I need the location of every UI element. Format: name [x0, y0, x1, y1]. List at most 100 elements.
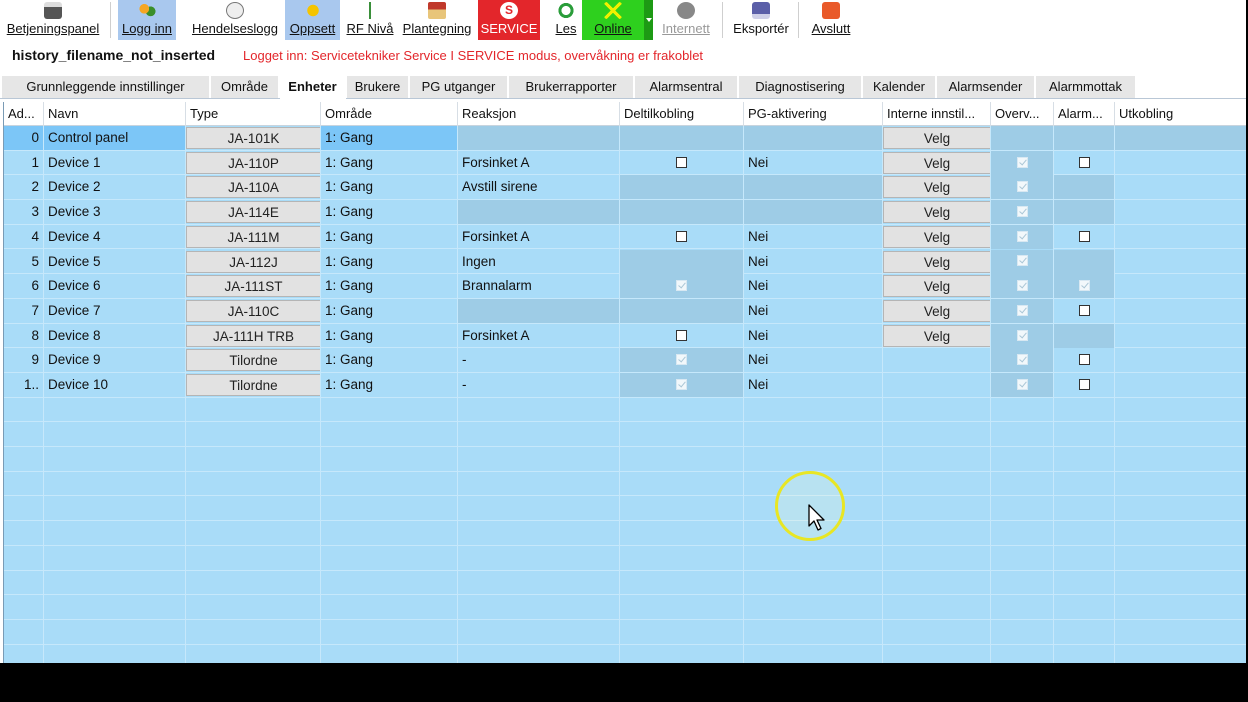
device-type-button[interactable]: JA-110A: [186, 176, 321, 199]
table-row[interactable]: 3 Device 3 JA-114E 1: Gang Velg: [4, 200, 1246, 225]
tab-users[interactable]: Brukere: [347, 76, 409, 98]
internal-settings-button[interactable]: Velg: [883, 151, 991, 174]
device-reaction[interactable]: -: [458, 373, 620, 397]
device-type-button[interactable]: JA-112J: [186, 250, 321, 273]
internal-settings-button[interactable]: Velg: [883, 127, 991, 149]
device-area[interactable]: 1: Gang: [321, 224, 458, 249]
device-area[interactable]: 1: Gang: [321, 323, 458, 348]
toolbar-service-button[interactable]: S SERVICE: [478, 0, 540, 40]
table-row[interactable]: 0 Control panel JA-101K 1: Gang Velg: [4, 126, 1246, 151]
table-row[interactable]: 5 Device 5 JA-112J 1: Gang Ingen Nei Velg: [4, 249, 1246, 275]
device-pg-activation[interactable]: Nei: [744, 373, 883, 397]
col-type-header[interactable]: Type: [186, 102, 321, 126]
toolbar-rf-level-button[interactable]: RF Nivå: [344, 0, 396, 40]
col-name-header[interactable]: Navn: [44, 102, 186, 126]
disconnect-cell[interactable]: [1115, 151, 1246, 175]
alarm-checkbox[interactable]: [1078, 378, 1090, 390]
device-reaction[interactable]: Ingen: [458, 249, 620, 274]
disconnect-cell[interactable]: [1115, 299, 1246, 323]
device-name[interactable]: Device 6: [44, 274, 186, 299]
tab-area[interactable]: Område: [211, 76, 279, 98]
device-type-button[interactable]: JA-111H TRB: [186, 324, 321, 347]
toolbar-event-log-button[interactable]: Hendelseslogg: [190, 0, 280, 40]
col-internal-settings-header[interactable]: Interne innstil...: [883, 102, 991, 126]
tab-pg-outputs[interactable]: PG utganger: [410, 76, 508, 98]
disconnect-cell[interactable]: [1115, 274, 1246, 298]
disconnect-cell[interactable]: [1115, 126, 1246, 150]
device-area[interactable]: 1: Gang: [321, 126, 458, 150]
alarm-checkbox[interactable]: [1078, 304, 1090, 316]
disconnect-cell[interactable]: [1115, 373, 1246, 397]
device-reaction[interactable]: -: [458, 348, 620, 373]
table-row[interactable]: 7 Device 7 JA-110C 1: Gang Nei Velg: [4, 298, 1246, 324]
disconnect-cell[interactable]: [1115, 225, 1246, 249]
col-partial-header[interactable]: Deltilkobling: [620, 102, 744, 126]
tab-alarm-receiver[interactable]: Alarmmottak: [1036, 76, 1136, 98]
device-area[interactable]: 1: Gang: [321, 274, 458, 299]
toolbar-export-button[interactable]: Eksportér: [730, 0, 792, 40]
device-reaction[interactable]: Brannalarm: [458, 274, 620, 299]
disconnect-cell[interactable]: [1115, 175, 1246, 199]
device-pg-activation[interactable]: Nei: [744, 224, 883, 249]
disconnect-cell[interactable]: [1115, 348, 1246, 372]
tab-devices[interactable]: Enheter: [280, 76, 346, 99]
col-pg-activation-header[interactable]: PG-aktivering: [744, 102, 883, 126]
device-pg-activation[interactable]: Nei: [744, 298, 883, 323]
col-area-header[interactable]: Område: [321, 102, 458, 126]
toolbar-setup-button[interactable]: Oppsett: [285, 0, 340, 40]
device-type-button[interactable]: JA-111M: [186, 225, 321, 248]
device-name[interactable]: Device 9: [44, 348, 186, 373]
table-row[interactable]: 9 Device 9 Tilordne 1: Gang - Nei: [4, 348, 1246, 373]
toolbar-internet-button[interactable]: Internett: [656, 0, 716, 40]
col-reaction-header[interactable]: Reaksjon: [458, 102, 620, 126]
internal-settings-button[interactable]: Velg: [883, 275, 991, 298]
col-disconnect-header[interactable]: Utkobling: [1115, 102, 1246, 126]
toolbar-login-button[interactable]: Logg inn: [118, 0, 176, 40]
col-address-header[interactable]: Ad...: [4, 102, 44, 126]
device-name[interactable]: Device 8: [44, 323, 186, 348]
device-reaction[interactable]: Avstill sirene: [458, 175, 620, 200]
device-name[interactable]: Control panel: [44, 126, 186, 150]
col-supervision-header[interactable]: Overv...: [991, 102, 1054, 126]
device-area[interactable]: 1: Gang: [321, 175, 458, 200]
device-area[interactable]: 1: Gang: [321, 249, 458, 274]
device-type-button[interactable]: JA-111ST: [186, 275, 321, 298]
device-area[interactable]: 1: Gang: [321, 200, 458, 225]
device-name[interactable]: Device 3: [44, 200, 186, 225]
toolbar-read-button[interactable]: Les: [552, 0, 580, 40]
online-dropdown-arrow[interactable]: [644, 0, 653, 40]
tab-alarm-central[interactable]: Alarmsentral: [635, 76, 738, 98]
device-pg-activation[interactable]: Nei: [744, 249, 883, 274]
device-name[interactable]: Device 1: [44, 150, 186, 175]
device-name[interactable]: Device 4: [44, 224, 186, 249]
device-reaction[interactable]: Forsinket A: [458, 224, 620, 249]
alarm-checkbox[interactable]: [1078, 156, 1090, 168]
tab-basic-settings[interactable]: Grunnleggende innstillinger: [2, 76, 210, 98]
table-row[interactable]: 2 Device 2 JA-110A 1: Gang Avstill sirene Vel…: [4, 175, 1246, 201]
internal-settings-button[interactable]: Velg: [883, 225, 991, 248]
alarm-checkbox[interactable]: [1078, 230, 1090, 242]
device-area[interactable]: 1: Gang: [321, 348, 458, 373]
tab-user-reports[interactable]: Brukerrapporter: [509, 76, 634, 98]
device-type-button[interactable]: JA-114E: [186, 201, 321, 224]
device-reaction[interactable]: Forsinket A: [458, 323, 620, 348]
toolbar-floor-plan-button[interactable]: Plantegning: [400, 0, 474, 40]
device-pg-activation[interactable]: Nei: [744, 274, 883, 299]
tab-diagnostics[interactable]: Diagnostisering: [739, 76, 862, 98]
disconnect-cell[interactable]: [1115, 250, 1246, 274]
partial-checkbox[interactable]: [676, 230, 687, 242]
toolbar-exit-button[interactable]: Avslutt: [806, 0, 856, 40]
toolbar-online-button[interactable]: Online: [582, 0, 644, 40]
disconnect-cell[interactable]: [1115, 200, 1246, 224]
internal-settings-button[interactable]: Velg: [883, 299, 991, 322]
table-row[interactable]: 1 Device 1 JA-110P 1: Gang Forsinket A Nei Vel…: [4, 150, 1246, 176]
device-pg-activation[interactable]: Nei: [744, 348, 883, 373]
device-type-button[interactable]: JA-101K: [186, 127, 321, 149]
partial-checkbox[interactable]: [676, 156, 687, 168]
device-area[interactable]: 1: Gang: [321, 298, 458, 323]
alarm-checkbox[interactable]: [1078, 354, 1090, 366]
table-row[interactable]: 8 Device 8 JA-111H TRB 1: Gang Forsinket A Ne…: [4, 323, 1246, 349]
device-reaction[interactable]: Forsinket A: [458, 150, 620, 175]
tab-calendar[interactable]: Kalender: [863, 76, 936, 98]
device-pg-activation[interactable]: Nei: [744, 150, 883, 175]
